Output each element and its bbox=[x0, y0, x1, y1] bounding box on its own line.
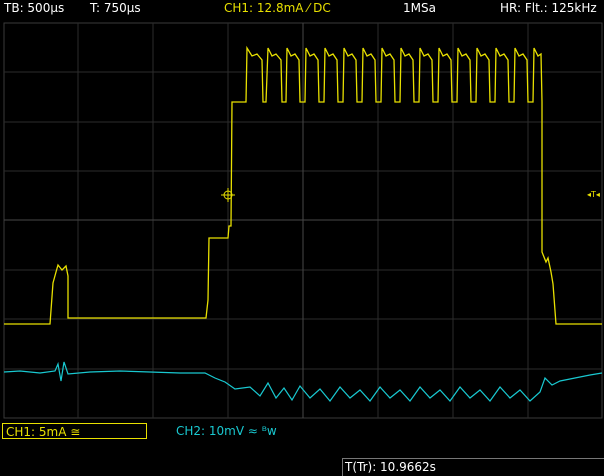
trigger-point-marker bbox=[221, 188, 235, 202]
trigger-timestamp-readout: T(Tr): 10.9662s bbox=[342, 458, 604, 476]
trigger-level-indicator: ◂T◂ bbox=[587, 190, 600, 199]
scope-display[interactable] bbox=[0, 0, 604, 476]
ch1-channel-button[interactable]: CH1: 5mA ≅ bbox=[2, 423, 147, 439]
graticule bbox=[3, 22, 603, 419]
ch2-channel-button[interactable]: CH2: 10mV ≈ ᴮᴡ bbox=[176, 424, 277, 438]
